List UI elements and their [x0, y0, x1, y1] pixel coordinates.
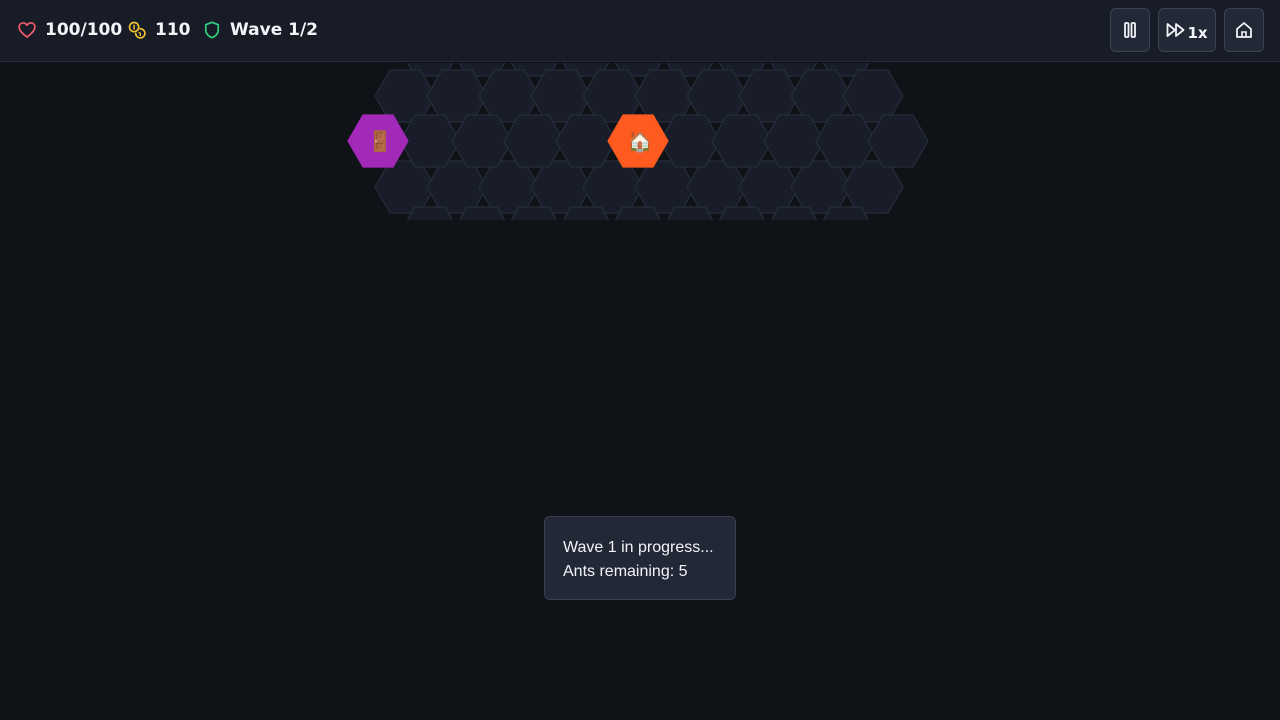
- hex-tile[interactable]: [374, 69, 436, 123]
- heart-icon: [18, 22, 36, 38]
- home-button[interactable]: [1224, 8, 1264, 52]
- hex-tile[interactable]: [686, 69, 748, 123]
- home-icon: [1236, 22, 1252, 38]
- hex-tile[interactable]: [634, 160, 696, 214]
- ants-remaining-text: Ants remaining: 5: [563, 563, 688, 580]
- house-icon: 🏠: [628, 129, 653, 153]
- hex-tile[interactable]: [530, 160, 592, 214]
- hex-tile[interactable]: [711, 114, 773, 168]
- hex-tile[interactable]: [763, 114, 825, 168]
- hex-tile[interactable]: [451, 114, 513, 168]
- pause-icon: [1124, 22, 1136, 38]
- shield-icon: [204, 21, 220, 39]
- hex-tile[interactable]: [478, 69, 540, 123]
- speed-label: 1x: [1187, 24, 1208, 42]
- hex-tile[interactable]: [634, 69, 696, 123]
- top-bar: 100/100 110 Wave 1/2 1x: [0, 0, 1280, 62]
- hex-tile[interactable]: [399, 114, 461, 168]
- hex-tile[interactable]: [790, 160, 852, 214]
- hex-tile[interactable]: [738, 69, 800, 123]
- hex-board: 🚪 🏠: [340, 63, 940, 220]
- hex-tile[interactable]: [815, 114, 877, 168]
- wave-stat: Wave 1/2: [202, 18, 318, 42]
- coins-value: 110: [155, 20, 191, 40]
- hex-tile[interactable]: [790, 69, 852, 123]
- coins-icon: [128, 21, 146, 39]
- hex-tile[interactable]: [842, 69, 904, 123]
- hex-tile[interactable]: [426, 69, 488, 123]
- hex-tile[interactable]: [503, 114, 565, 168]
- hex-tile[interactable]: [530, 69, 592, 123]
- hex-tile[interactable]: [478, 160, 540, 214]
- speed-button[interactable]: 1x: [1158, 8, 1216, 52]
- fast-forward-icon: [1167, 23, 1185, 37]
- wave-value: Wave 1/2: [230, 20, 319, 40]
- hex-tile[interactable]: [686, 160, 748, 214]
- hex-grid: 🚪 🏠: [347, 63, 929, 220]
- coins-stat: 110: [127, 18, 191, 42]
- hex-tile[interactable]: [555, 114, 617, 168]
- wave-status-text: Wave 1 in progress...: [563, 539, 714, 556]
- hex-tile[interactable]: [659, 114, 721, 168]
- hex-tile[interactable]: [374, 160, 436, 214]
- hex-tile[interactable]: [582, 69, 644, 123]
- door-icon: 🚪: [368, 129, 393, 153]
- pause-button[interactable]: [1110, 8, 1150, 52]
- hex-tile[interactable]: [867, 114, 929, 168]
- wave-status-panel: Wave 1 in progress... Ants remaining: 5: [544, 516, 736, 600]
- hex-tile[interactable]: [426, 160, 488, 214]
- health-value: 100/100: [45, 20, 123, 40]
- hex-tile[interactable]: [582, 160, 644, 214]
- hex-tile[interactable]: [738, 160, 800, 214]
- hex-tile[interactable]: [842, 160, 904, 214]
- health-stat: 100/100: [17, 18, 122, 42]
